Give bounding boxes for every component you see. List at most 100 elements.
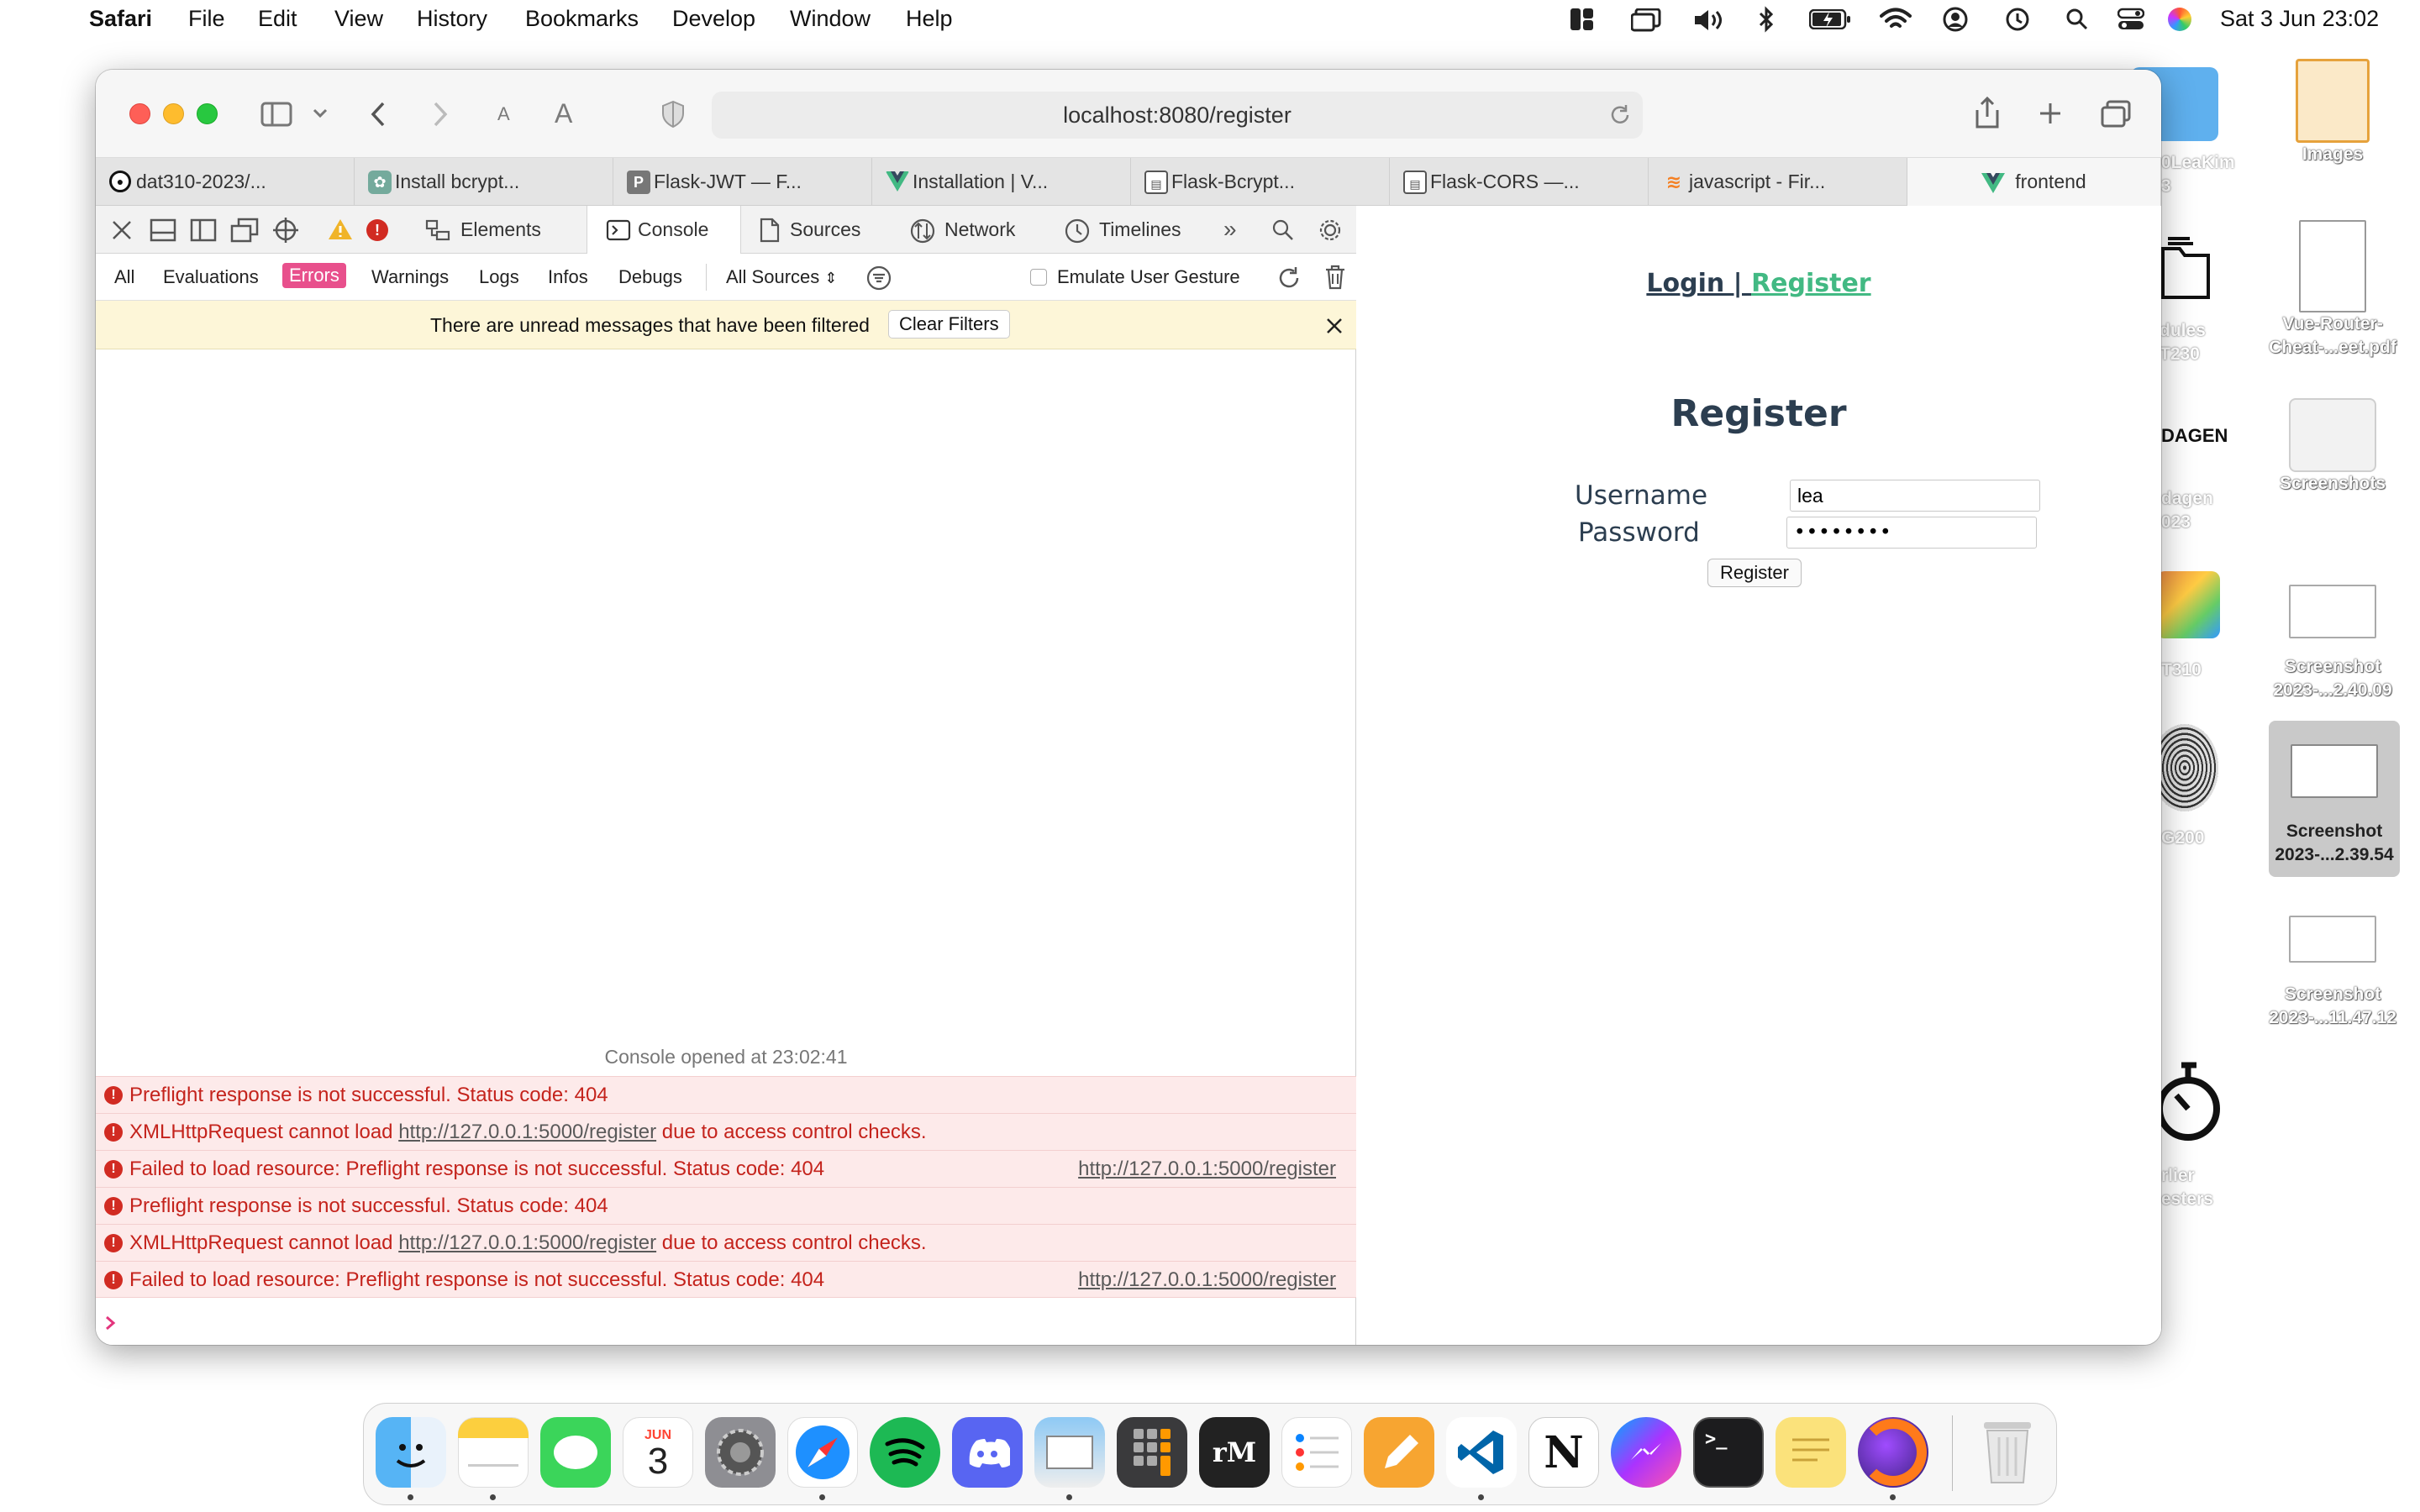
error-url-link[interactable]: http://127.0.0.1:5000/register [398,1121,656,1143]
error-message[interactable]: Failed to load resource: Preflight respo… [129,1151,824,1188]
tab-github[interactable]: ● dat310-2023/... [96,158,355,206]
filter-debugs[interactable]: Debugs [618,266,682,288]
reload-icon[interactable] [1609,103,1631,127]
stopwatch-icon[interactable] [2151,1060,2222,1154]
messages-icon[interactable] [540,1417,611,1488]
filter-infos[interactable]: Infos [548,266,588,288]
error-message[interactable]: XMLHttpRequest cannot load http://127.0.… [129,1114,927,1151]
menu-bookmarks[interactable]: Bookmarks [525,6,639,32]
error-source-link[interactable]: http://127.0.0.1:5000/register [1078,1262,1336,1299]
menu-clock[interactable]: Sat 3 Jun 23:02 [2220,6,2379,32]
tab-console[interactable]: Console [587,206,741,255]
address-bar[interactable]: localhost:8080/register [712,92,1643,139]
error-message[interactable]: Failed to load resource: Preflight respo… [129,1262,824,1299]
pages-icon[interactable] [1364,1417,1434,1488]
detach-window-icon[interactable] [230,218,259,243]
stage-manager-icon[interactable] [1570,8,1595,31]
firefox-icon[interactable] [1858,1417,1928,1488]
filter-options-icon[interactable] [865,265,892,291]
close-icon[interactable] [1326,318,1343,334]
menu-edit[interactable]: Edit [258,6,297,32]
siri-icon[interactable] [2168,8,2191,31]
emulate-gesture-label[interactable]: Emulate User Gesture [1057,266,1240,288]
login-link[interactable]: Login | [1646,269,1751,298]
error-message[interactable]: Preflight response is not successful. St… [129,1188,608,1225]
filter-all[interactable]: All [114,266,134,288]
reminders-icon[interactable] [1281,1417,1352,1488]
warning-icon[interactable] [328,218,353,241]
error-message[interactable]: Preflight response is not successful. St… [129,1077,608,1114]
terminal-icon[interactable]: >_ [1693,1417,1764,1488]
more-tabs-icon[interactable]: » [1223,216,1237,243]
tab-sources[interactable]: Sources [741,206,892,254]
wifi-icon[interactable] [1880,8,1912,31]
desktop-item-screenshot-2-selected[interactable]: Screenshot 2023-...2.39.54 [2269,721,2400,877]
console-error-row[interactable]: ! Preflight response is not successful. … [96,1076,1356,1113]
console-error-row[interactable]: ! Failed to load resource: Preflight res… [96,1261,1356,1298]
clear-filters-button[interactable]: Clear Filters [888,310,1010,339]
safari-icon[interactable] [787,1417,858,1488]
close-icon[interactable] [111,219,133,241]
tab-overview-icon[interactable] [2101,100,2131,129]
forward-icon[interactable] [432,102,449,127]
share-icon[interactable] [1973,97,2002,130]
filter-errors-active[interactable]: Errors [282,263,346,288]
screen-mirroring-icon[interactable] [1631,8,1661,32]
tab-flask-cors[interactable]: ▤ Flask-CORS —... [1390,158,1649,206]
settings-gear-icon[interactable] [1318,218,1343,243]
minimize-window-button[interactable] [163,103,184,124]
username-input[interactable] [1790,480,2040,512]
close-window-button[interactable] [129,103,150,124]
error-message[interactable]: XMLHttpRequest cannot load http://127.0.… [129,1225,927,1262]
filter-warnings[interactable]: Warnings [371,266,449,288]
decrease-text-size-icon[interactable]: A [497,105,510,123]
dock-side-icon[interactable] [190,218,217,242]
element-picker-icon[interactable] [272,217,299,244]
battery-icon[interactable] [1809,9,1851,29]
console-prompt-chevron-icon[interactable] [104,1315,118,1331]
user-account-icon[interactable] [1943,7,1968,32]
preview-icon[interactable] [1034,1417,1105,1488]
menu-develop[interactable]: Develop [672,6,755,32]
notion-icon[interactable]: N [1528,1417,1599,1488]
console-error-row[interactable]: ! XMLHttpRequest cannot load http://127.… [96,1224,1356,1261]
increase-text-size-icon[interactable]: A [555,100,572,127]
error-source-link[interactable]: http://127.0.0.1:5000/register [1078,1151,1336,1188]
desktop-item-screenshot-3[interactable]: Screenshot 2023-...11.47.12 [2257,916,2408,1030]
filter-logs[interactable]: Logs [479,266,519,288]
volume-icon[interactable] [1693,8,1725,32]
menu-view[interactable]: View [334,6,383,32]
tab-network[interactable]: Network [892,206,1044,254]
tab-flask-jwt[interactable]: P Flask-JWT — F... [613,158,872,206]
finder-icon[interactable] [376,1417,446,1488]
tab-stackoverflow[interactable]: ≋ javascript - Fir... [1649,158,1907,206]
chevron-down-icon[interactable] [313,108,328,118]
trash-icon[interactable] [1972,1417,2043,1488]
privacy-shield-icon[interactable] [660,100,686,129]
stickies-icon[interactable] [1776,1417,1846,1488]
time-machine-icon[interactable] [2003,7,2030,32]
desktop-item-images[interactable]: Images [2257,59,2408,166]
tab-install-bcrypt[interactable]: ✿ Install bcrypt... [355,158,613,206]
folder-outline-icon[interactable] [2156,232,2215,304]
menu-app-name[interactable]: Safari [89,6,152,32]
desktop-item-vue-router-pdf[interactable]: Vue-Router-Cheat-...eet.pdf [2257,220,2408,360]
bluetooth-icon[interactable] [1758,6,1775,33]
spotify-icon[interactable] [870,1417,940,1488]
calculator-icon[interactable] [1117,1417,1187,1488]
register-link[interactable]: Register [1751,269,1871,298]
menu-window[interactable]: Window [790,6,871,32]
back-icon[interactable] [370,102,387,127]
console-error-row[interactable]: ! XMLHttpRequest cannot load http://127.… [96,1113,1356,1150]
tab-frontend-active[interactable]: frontend [1907,158,2161,206]
sources-select[interactable]: All Sources ⇕ [726,266,838,288]
preserve-log-icon[interactable] [1276,265,1302,291]
zoom-window-button[interactable] [197,103,218,124]
menu-history[interactable]: History [417,6,487,32]
t310-image-icon[interactable] [2156,571,2220,638]
console-error-row[interactable]: ! Failed to load resource: Preflight res… [96,1150,1356,1187]
filter-evaluations[interactable]: Evaluations [163,266,259,288]
dock-bottom-icon[interactable] [150,218,176,242]
desktop-item-screenshots-folder[interactable]: Screenshots [2257,398,2408,496]
emulate-gesture-checkbox[interactable] [1030,269,1047,286]
